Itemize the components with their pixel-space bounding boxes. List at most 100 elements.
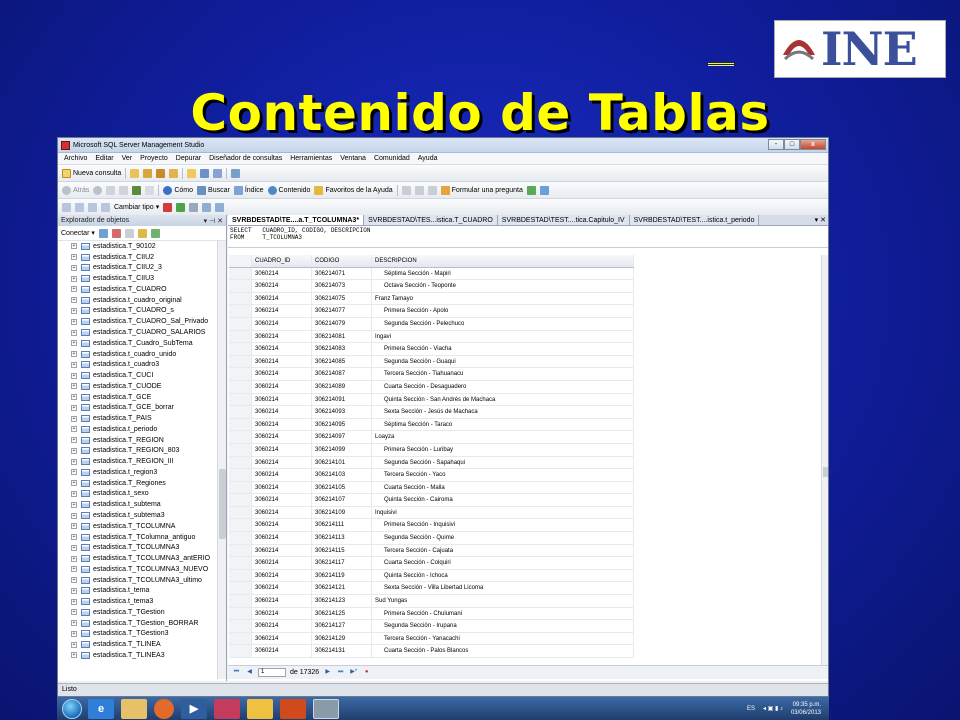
- cell-cuadro-id[interactable]: 3060214: [252, 330, 312, 343]
- cell-codigo[interactable]: 306214083: [312, 343, 372, 355]
- cell-descripcion[interactable]: Octava Sección - Teoponte: [372, 280, 634, 292]
- cell-codigo[interactable]: 306214077: [312, 305, 372, 317]
- tree-item-table[interactable]: + estadistica.T_CUADRO_Sal_Privado: [58, 316, 226, 327]
- menu-archivo[interactable]: Archivo: [64, 155, 87, 162]
- tree-item-table[interactable]: + estadistica.T_90102: [58, 241, 226, 252]
- row-selector[interactable]: [229, 380, 252, 393]
- cell-cuadro-id[interactable]: 3060214: [252, 267, 312, 280]
- row-selector[interactable]: [229, 330, 252, 343]
- expand-plus-icon[interactable]: +: [71, 512, 77, 519]
- tree-item-table[interactable]: + estadistica.T_GCE_borrar: [58, 402, 226, 413]
- save-all-icon[interactable]: [213, 168, 223, 178]
- cell-cuadro-id[interactable]: 3060214: [252, 569, 312, 582]
- tree-item-table[interactable]: + estadistica.t_subtema3: [58, 510, 226, 521]
- tab-t-periodo[interactable]: SVRBDESTAD\TEST....istica.t_periodo: [629, 215, 760, 225]
- tree-item-table[interactable]: + estadistica.T_TGestion: [58, 607, 226, 618]
- cell-codigo[interactable]: 306214101: [312, 456, 372, 469]
- cell-cuadro-id[interactable]: 3060214: [252, 519, 312, 532]
- row-selector[interactable]: [229, 305, 252, 317]
- tree-item-table[interactable]: + estadistica.T_TLINEA: [58, 639, 226, 650]
- prev-record-icon[interactable]: ◀: [245, 668, 254, 677]
- table-row[interactable]: 3060214 306214119 Quinta Sección - Ichoca: [229, 569, 634, 583]
- row-selector[interactable]: [229, 632, 252, 645]
- row-selector[interactable]: [229, 645, 252, 657]
- row-selector[interactable]: [229, 595, 252, 607]
- cell-cuadro-id[interactable]: 3060214: [252, 494, 312, 506]
- table-row[interactable]: 3060214 306214129 Tercera Sección - Yanaca…: [229, 632, 634, 646]
- add-derived-table-icon[interactable]: [215, 202, 225, 212]
- tree-item-table[interactable]: + estadistica.T_CIIU2: [58, 252, 226, 263]
- expand-plus-icon[interactable]: +: [71, 264, 77, 271]
- cell-cuadro-id[interactable]: 3060214: [252, 431, 312, 443]
- table-row[interactable]: 3060214 306214075 Franz Tamayo: [229, 292, 634, 306]
- table-row[interactable]: 3060214 306214117 Cuarta Sección - Colquir…: [229, 557, 634, 570]
- favorites-button[interactable]: Favoritos de la Ayuda: [314, 185, 393, 195]
- index-button[interactable]: Índice: [233, 185, 264, 195]
- row-selector[interactable]: [229, 519, 252, 532]
- cell-cuadro-id[interactable]: 3060214: [252, 355, 312, 368]
- cell-codigo[interactable]: 306214089: [312, 380, 372, 393]
- cell-codigo[interactable]: 306214071: [312, 267, 372, 280]
- tree-item-table[interactable]: + estadistica.t_sexo: [58, 489, 226, 500]
- cell-codigo[interactable]: 306214095: [312, 418, 372, 431]
- table-row[interactable]: 3060214 306214113 Segunda Sección - Quime: [229, 532, 634, 545]
- close-button[interactable]: x: [800, 139, 826, 150]
- expand-plus-icon[interactable]: +: [71, 372, 77, 379]
- tree-item-table[interactable]: + estadistica.T_TCOLUMNA3: [58, 542, 226, 553]
- cell-codigo[interactable]: 306214099: [312, 443, 372, 456]
- expand-plus-icon[interactable]: +: [71, 544, 77, 551]
- expand-plus-icon[interactable]: +: [71, 329, 77, 336]
- tree-item-table[interactable]: + estadistica.T_CUADRO: [58, 284, 226, 295]
- row-selector[interactable]: [229, 544, 252, 557]
- table-row[interactable]: 3060214 306214115 Tercera Sección - Cajuat…: [229, 544, 634, 558]
- connect-button[interactable]: Conectar ▾: [61, 229, 95, 237]
- cell-codigo[interactable]: 306214093: [312, 406, 372, 418]
- tree-item-table[interactable]: + estadistica.t_tema: [58, 586, 226, 597]
- expand-plus-icon[interactable]: +: [71, 501, 77, 508]
- tree-item-table[interactable]: + estadistica.t_periodo: [58, 424, 226, 435]
- row-selector[interactable]: [229, 456, 252, 469]
- save-icon[interactable]: [200, 168, 210, 178]
- current-record-input[interactable]: 1: [258, 668, 286, 677]
- cell-codigo[interactable]: 306214127: [312, 620, 372, 632]
- cell-cuadro-id[interactable]: 3060214: [252, 582, 312, 595]
- row-selector[interactable]: [229, 343, 252, 355]
- menu-editar[interactable]: Editar: [95, 155, 113, 162]
- xmla-query-icon[interactable]: [169, 168, 179, 178]
- tab-tcolumna3[interactable]: SVRBDESTAD\TE....a.T_TCOLUMNA3*: [228, 215, 365, 225]
- cell-descripcion[interactable]: Cuarta Sección - Palos Blancos: [372, 645, 634, 657]
- table-row[interactable]: 3060214 306214107 Quinta Sección - Cairoma: [229, 494, 634, 507]
- table-row[interactable]: 3060214 306214077 Primera Sección - Apolo: [229, 305, 634, 318]
- cell-descripcion[interactable]: Ingavi: [372, 330, 634, 343]
- back-button[interactable]: Atrás: [62, 185, 89, 195]
- cell-codigo[interactable]: 306214123: [312, 595, 372, 607]
- cell-cuadro-id[interactable]: 3060214: [252, 506, 312, 519]
- table-row[interactable]: 3060214 306214079 Segunda Sección - Pelech…: [229, 317, 634, 331]
- expand-plus-icon[interactable]: +: [71, 318, 77, 325]
- next-record-icon[interactable]: ▶: [323, 668, 332, 677]
- start-button[interactable]: [62, 698, 82, 719]
- menu-ver[interactable]: Ver: [122, 155, 133, 162]
- refresh-icon[interactable]: [119, 185, 129, 195]
- tree-item-table[interactable]: + estadistica.t_tema3: [58, 596, 226, 607]
- media-player-icon[interactable]: ▶: [181, 698, 207, 719]
- refresh-icon[interactable]: [150, 228, 160, 238]
- expand-plus-icon[interactable]: +: [71, 598, 77, 605]
- column-header[interactable]: CUADRO_ID: [252, 255, 312, 267]
- expand-plus-icon[interactable]: +: [71, 426, 77, 433]
- table-row[interactable]: 3060214 306214109 Inquisivi: [229, 506, 634, 520]
- ssms-taskbar-icon[interactable]: [313, 698, 339, 719]
- expand-plus-icon[interactable]: +: [71, 555, 77, 562]
- cell-descripcion[interactable]: Primera Sección - Chulumani: [372, 607, 634, 620]
- db-engine-query-icon[interactable]: [130, 168, 140, 178]
- row-selector[interactable]: [229, 267, 252, 280]
- tree-item-table[interactable]: + estadistica.T_CUADRO_SALARIOS: [58, 327, 226, 338]
- cell-descripcion[interactable]: Cuarta Sección - Desaguadero: [372, 380, 634, 393]
- tree-item-table[interactable]: + estadistica.T_TGestion_BORRAR: [58, 618, 226, 629]
- cell-descripcion[interactable]: Primera Sección - Viacha: [372, 343, 634, 355]
- expand-plus-icon[interactable]: +: [71, 361, 77, 368]
- cell-codigo[interactable]: 306214081: [312, 330, 372, 343]
- tree-item-table[interactable]: + estadistica.T_TCOLUMNA3_NUEVO: [58, 564, 226, 575]
- cell-codigo[interactable]: 306214119: [312, 569, 372, 582]
- pin-close-icons[interactable]: ▾ ⊣ ✕: [204, 217, 223, 225]
